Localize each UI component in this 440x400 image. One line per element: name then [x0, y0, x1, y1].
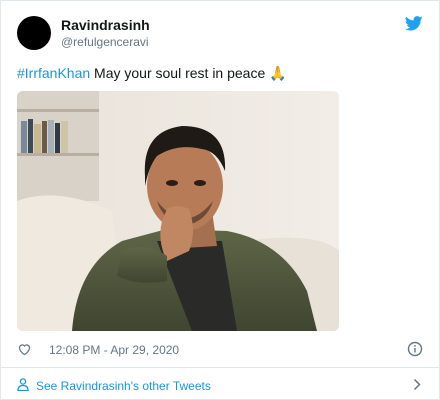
tweet-body-text: May your soul rest in peace: [90, 65, 270, 81]
other-tweets-link[interactable]: See Ravindrasinh's other Tweets: [17, 375, 423, 395]
other-tweets-link-label[interactable]: See Ravindrasinh's other Tweets: [36, 379, 211, 393]
tweet-timestamp[interactable]: 12:08 PM - Apr 29, 2020: [49, 343, 179, 357]
folded-hands-emoji: 🙏: [269, 65, 287, 81]
avatar[interactable]: [17, 16, 51, 50]
user-icon: [17, 378, 29, 391]
tweet-card: Ravindrasinh @refulgenceravi #IrrfanKhan…: [0, 0, 440, 400]
author-handle[interactable]: @refulgenceravi: [61, 34, 150, 50]
author-names[interactable]: Ravindrasinh @refulgenceravi: [61, 16, 150, 50]
divider: [1, 367, 439, 368]
bookshelf: [17, 91, 99, 201]
tweet-header: Ravindrasinh @refulgenceravi: [17, 16, 423, 52]
author-display-name[interactable]: Ravindrasinh: [61, 16, 150, 34]
portrait-photo: [17, 91, 339, 331]
twitter-bird-icon[interactable]: [405, 16, 423, 31]
heart-icon[interactable]: [17, 342, 32, 356]
info-icon[interactable]: [407, 341, 423, 357]
chevron-right-icon[interactable]: [413, 378, 421, 391]
tweet-text: #IrrfanKhan May your soul rest in peace …: [17, 63, 423, 83]
tweet-photo[interactable]: [17, 91, 339, 331]
hashtag-link[interactable]: #IrrfanKhan: [17, 65, 90, 81]
tweet-meta: 12:08 PM - Apr 29, 2020: [17, 339, 423, 359]
